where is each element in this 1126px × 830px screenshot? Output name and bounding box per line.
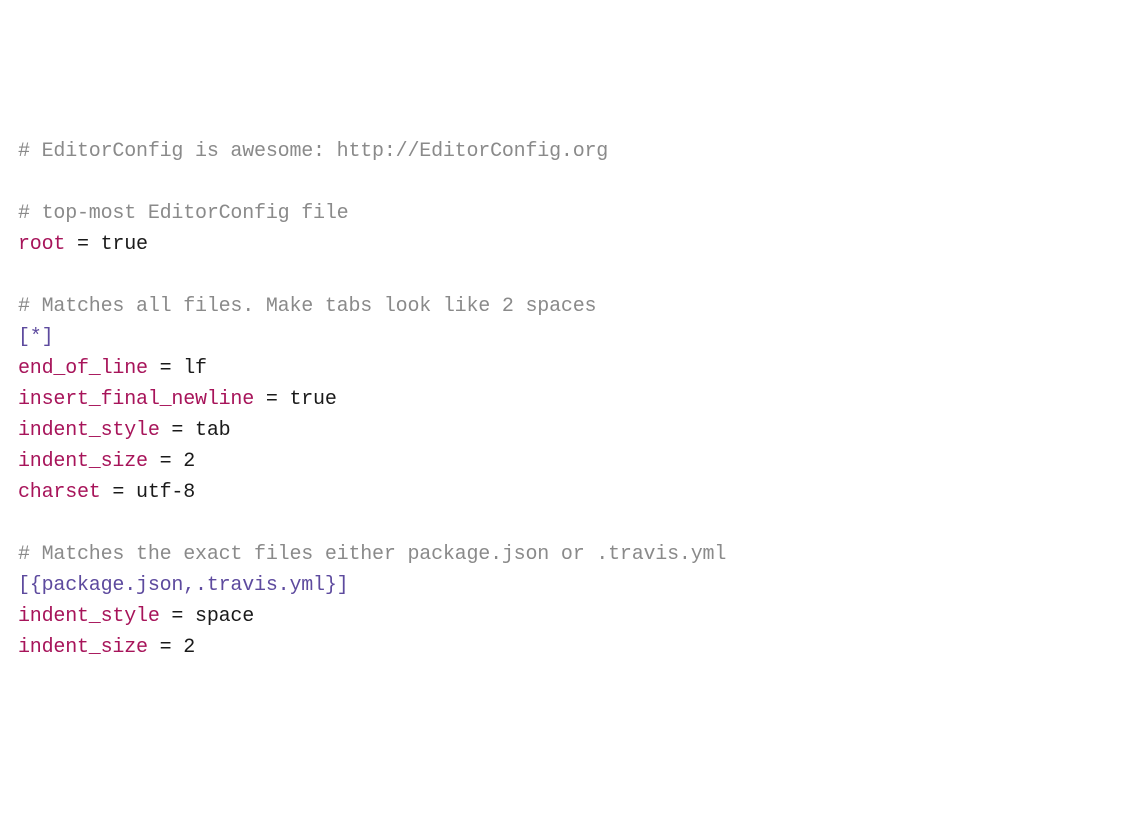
- config-value: tab: [195, 419, 230, 442]
- equals-sign: =: [148, 450, 183, 473]
- equals-sign: =: [101, 481, 136, 504]
- config-value: space: [195, 605, 254, 628]
- config-key: indent_style: [18, 605, 160, 628]
- equals-sign: =: [254, 388, 289, 411]
- config-value: lf: [183, 357, 207, 380]
- section-header: [*]: [18, 326, 53, 349]
- equals-sign: =: [148, 357, 183, 380]
- comment-line: # Matches the exact files either package…: [18, 543, 726, 566]
- config-value: 2: [183, 636, 195, 659]
- config-key: indent_size: [18, 636, 148, 659]
- config-key: indent_size: [18, 450, 148, 473]
- comment-line: # EditorConfig is awesome: http://Editor…: [18, 140, 608, 163]
- config-value: true: [289, 388, 336, 411]
- config-value: utf-8: [136, 481, 195, 504]
- config-key: insert_final_newline: [18, 388, 254, 411]
- comment-line: # top-most EditorConfig file: [18, 202, 348, 225]
- equals-sign: =: [160, 419, 195, 442]
- config-value: 2: [183, 450, 195, 473]
- equals-sign: =: [65, 233, 100, 256]
- section-header: [{package.json,.travis.yml}]: [18, 574, 348, 597]
- config-key: root: [18, 233, 65, 256]
- config-key: end_of_line: [18, 357, 148, 380]
- config-key: indent_style: [18, 419, 160, 442]
- config-key: charset: [18, 481, 101, 504]
- config-value: true: [101, 233, 148, 256]
- comment-line: # Matches all files. Make tabs look like…: [18, 295, 596, 318]
- equals-sign: =: [148, 636, 183, 659]
- editorconfig-source: # EditorConfig is awesome: http://Editor…: [18, 136, 1108, 663]
- equals-sign: =: [160, 605, 195, 628]
